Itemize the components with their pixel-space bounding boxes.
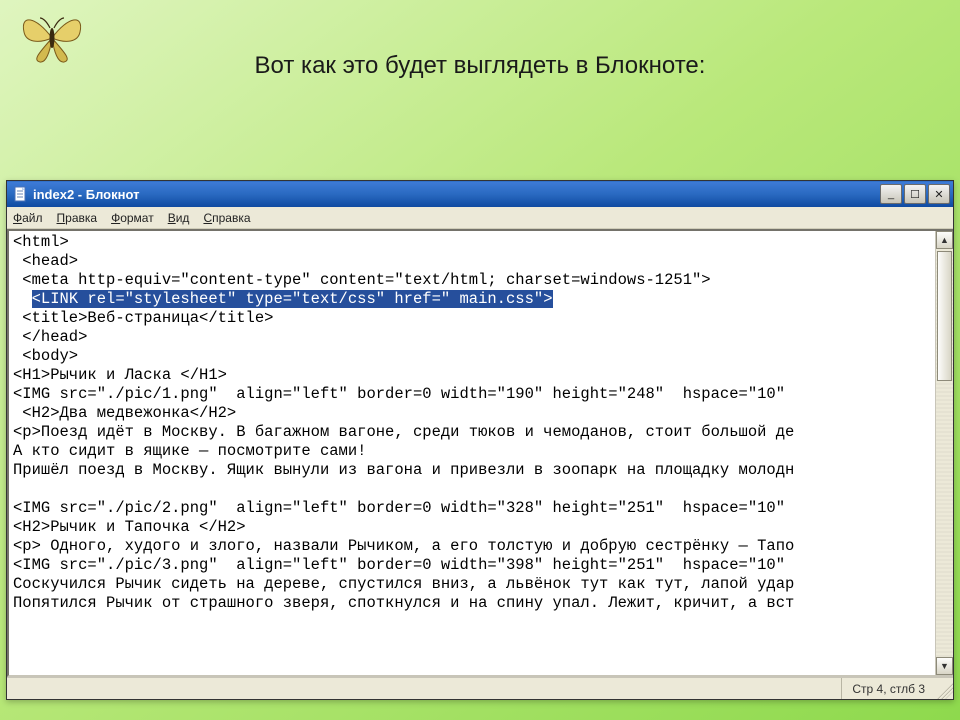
menubar: Файл Правка Формат Вид Справка bbox=[7, 207, 953, 229]
scroll-track[interactable] bbox=[936, 249, 953, 657]
vertical-scrollbar[interactable]: ▲ ▼ bbox=[935, 231, 953, 675]
slide-heading: Вот как это будет выглядеть в Блокноте: bbox=[0, 52, 960, 80]
menu-help-label: Справка bbox=[203, 211, 250, 225]
status-cursor-position: Стр 4, стлб 3 bbox=[841, 678, 935, 699]
minimize-icon: _ bbox=[888, 188, 894, 200]
menu-edit-label: Правка bbox=[57, 211, 98, 225]
statusbar: Стр 4, стлб 3 bbox=[7, 677, 953, 699]
menu-file-label: Файл bbox=[13, 211, 43, 225]
arrow-up-icon: ▲ bbox=[940, 235, 949, 245]
notepad-window: index2 - Блокнот _ ☐ ✕ Файл Правка Форма… bbox=[6, 180, 954, 700]
editor-client-area: <html> <head> <meta http-equiv="content-… bbox=[7, 229, 953, 677]
window-title: index2 - Блокнот bbox=[33, 187, 139, 202]
menu-format-label: Формат bbox=[111, 211, 154, 225]
notepad-document-icon bbox=[13, 186, 29, 202]
maximize-button[interactable]: ☐ bbox=[904, 184, 926, 204]
menu-file[interactable]: Файл bbox=[13, 211, 43, 225]
scroll-thumb[interactable] bbox=[937, 251, 952, 381]
menu-view[interactable]: Вид bbox=[168, 211, 190, 225]
menu-edit[interactable]: Правка bbox=[57, 211, 98, 225]
scroll-down-button[interactable]: ▼ bbox=[936, 657, 953, 675]
window-controls: _ ☐ ✕ bbox=[880, 184, 950, 204]
arrow-down-icon: ▼ bbox=[940, 661, 949, 671]
close-button[interactable]: ✕ bbox=[928, 184, 950, 204]
minimize-button[interactable]: _ bbox=[880, 184, 902, 204]
menu-help[interactable]: Справка bbox=[203, 211, 250, 225]
scroll-up-button[interactable]: ▲ bbox=[936, 231, 953, 249]
titlebar[interactable]: index2 - Блокнот _ ☐ ✕ bbox=[7, 181, 953, 207]
menu-format[interactable]: Формат bbox=[111, 211, 154, 225]
maximize-icon: ☐ bbox=[910, 188, 920, 201]
editor-textarea[interactable]: <html> <head> <meta http-equiv="content-… bbox=[9, 231, 935, 675]
menu-view-label: Вид bbox=[168, 211, 190, 225]
resize-grip[interactable] bbox=[935, 678, 953, 699]
close-icon: ✕ bbox=[934, 188, 943, 201]
